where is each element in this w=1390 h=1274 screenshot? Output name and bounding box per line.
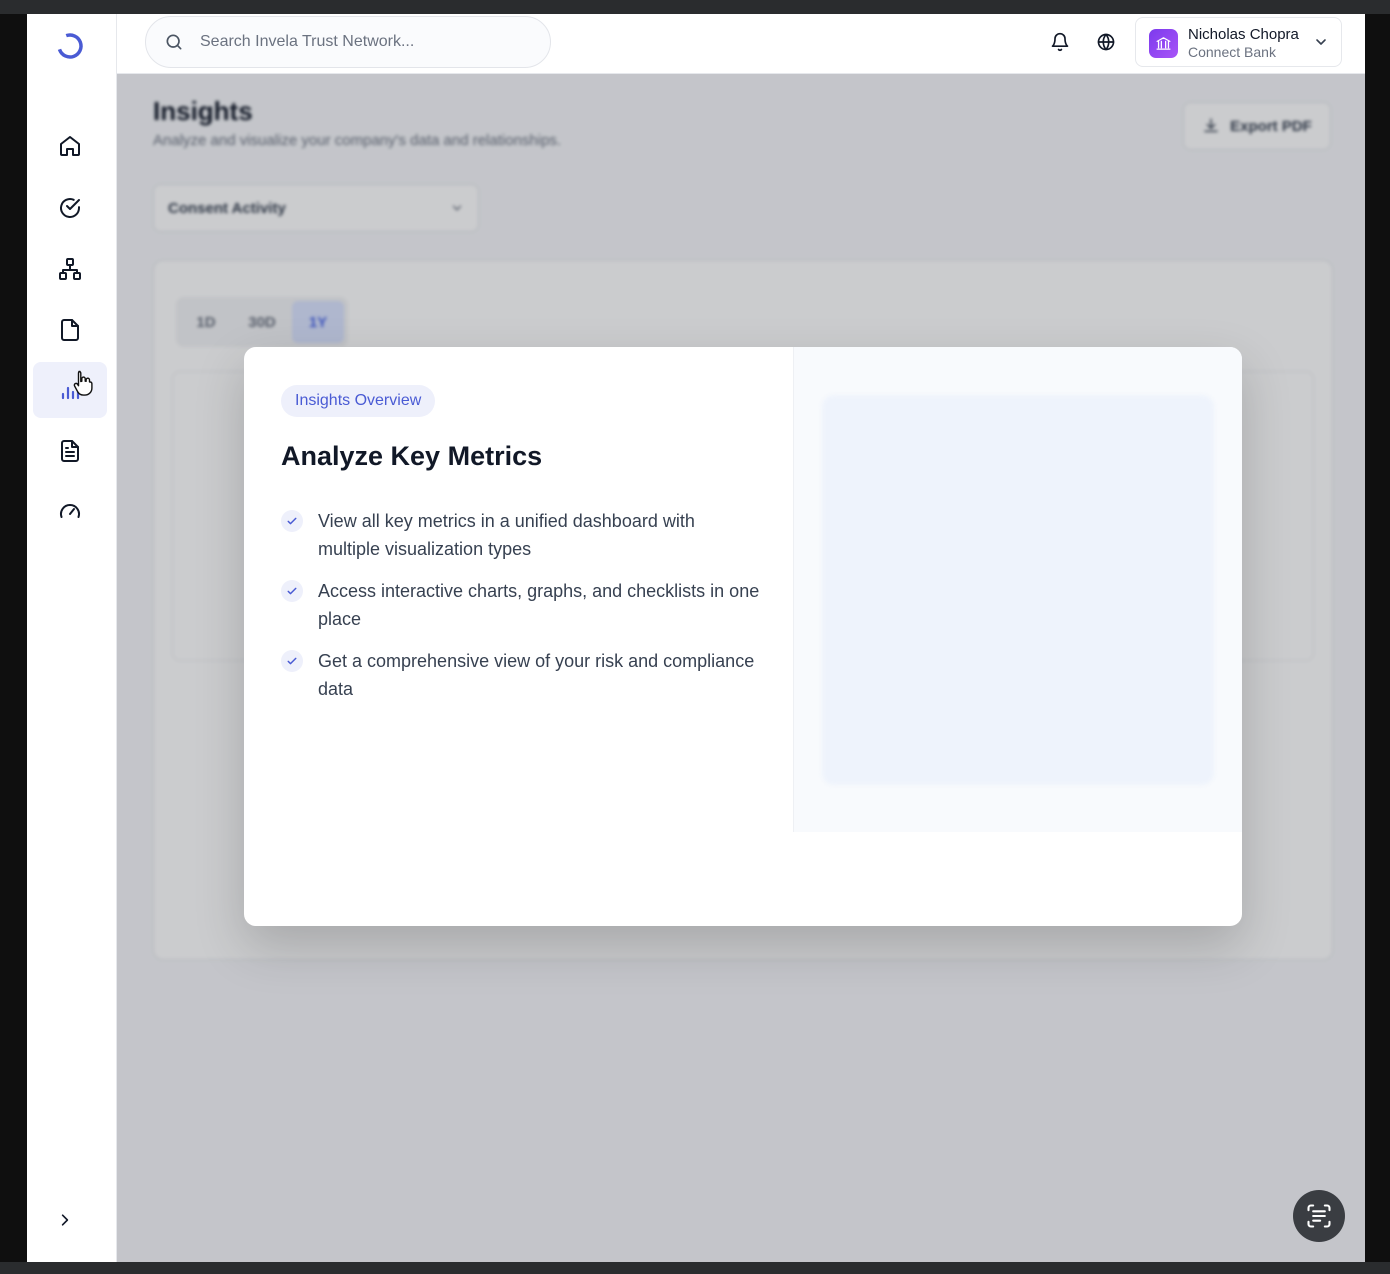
- notifications-button[interactable]: [1048, 30, 1072, 54]
- feature-text: Get a comprehensive view of your risk an…: [318, 651, 755, 699]
- user-menu[interactable]: Nicholas Chopra Connect Bank: [1135, 17, 1342, 67]
- feature-text: View all key metrics in a unified dashbo…: [318, 511, 695, 559]
- modal-preview-image: [822, 395, 1214, 785]
- list-item: View all key metrics in a unified dashbo…: [281, 507, 761, 563]
- list-item: Get a comprehensive view of your risk an…: [281, 647, 761, 703]
- sidebar-item-network[interactable]: [33, 241, 107, 297]
- chevron-down-icon: [1316, 39, 1326, 45]
- sidebar-item-risk[interactable]: [33, 483, 107, 539]
- gauge-icon: [60, 504, 80, 518]
- window-top-edge: [0, 0, 1390, 14]
- check-icon: [281, 580, 303, 602]
- hand-cursor-icon: [73, 370, 93, 396]
- check-icon: [281, 510, 303, 532]
- feature-text: Access interactive charts, graphs, and c…: [318, 581, 760, 629]
- user-name: Nicholas Chopra: [1188, 26, 1299, 43]
- document-icon: [61, 440, 79, 462]
- network-icon: [59, 258, 81, 280]
- check-icon: [281, 650, 303, 672]
- sidebar-item-files[interactable]: [33, 302, 107, 358]
- user-org: Connect Bank: [1188, 44, 1276, 60]
- list-item: Access interactive charts, graphs, and c…: [281, 577, 761, 633]
- onboarding-modal: Insights Overview Analyze Key Metrics Vi…: [244, 347, 1242, 926]
- sidebar-item-tasks[interactable]: [33, 180, 107, 236]
- top-header: Nicholas Chopra Connect Bank: [117, 14, 1365, 74]
- bell-icon: [1051, 32, 1069, 52]
- search-input[interactable]: [200, 33, 520, 51]
- sidebar-item-home[interactable]: [33, 118, 107, 174]
- scan-assistant-button[interactable]: [1293, 1190, 1345, 1242]
- modal-title: Analyze Key Metrics: [281, 441, 543, 471]
- language-button[interactable]: [1094, 30, 1118, 54]
- window-bottom-edge: [0, 1262, 1390, 1274]
- bank-icon: [1156, 37, 1171, 50]
- app-logo[interactable]: [55, 31, 85, 61]
- sidebar: [27, 14, 117, 1262]
- sidebar-expand-button[interactable]: [55, 1210, 75, 1230]
- globe-icon: [1097, 33, 1115, 51]
- org-avatar: [1149, 29, 1178, 58]
- modal-tag: Insights Overview: [281, 385, 436, 417]
- scan-text-icon: [1307, 1204, 1331, 1228]
- modal-preview-panel: [793, 347, 1242, 832]
- feature-list: View all key metrics in a unified dashbo…: [281, 507, 761, 717]
- file-icon: [61, 319, 79, 341]
- sidebar-item-documents[interactable]: [33, 423, 107, 479]
- search-bar[interactable]: [145, 16, 551, 68]
- check-circle-icon: [60, 198, 80, 218]
- home-icon: [60, 136, 80, 156]
- logo-icon: [57, 33, 83, 59]
- chevron-right-icon: [61, 1214, 69, 1226]
- search-icon: [166, 34, 182, 50]
